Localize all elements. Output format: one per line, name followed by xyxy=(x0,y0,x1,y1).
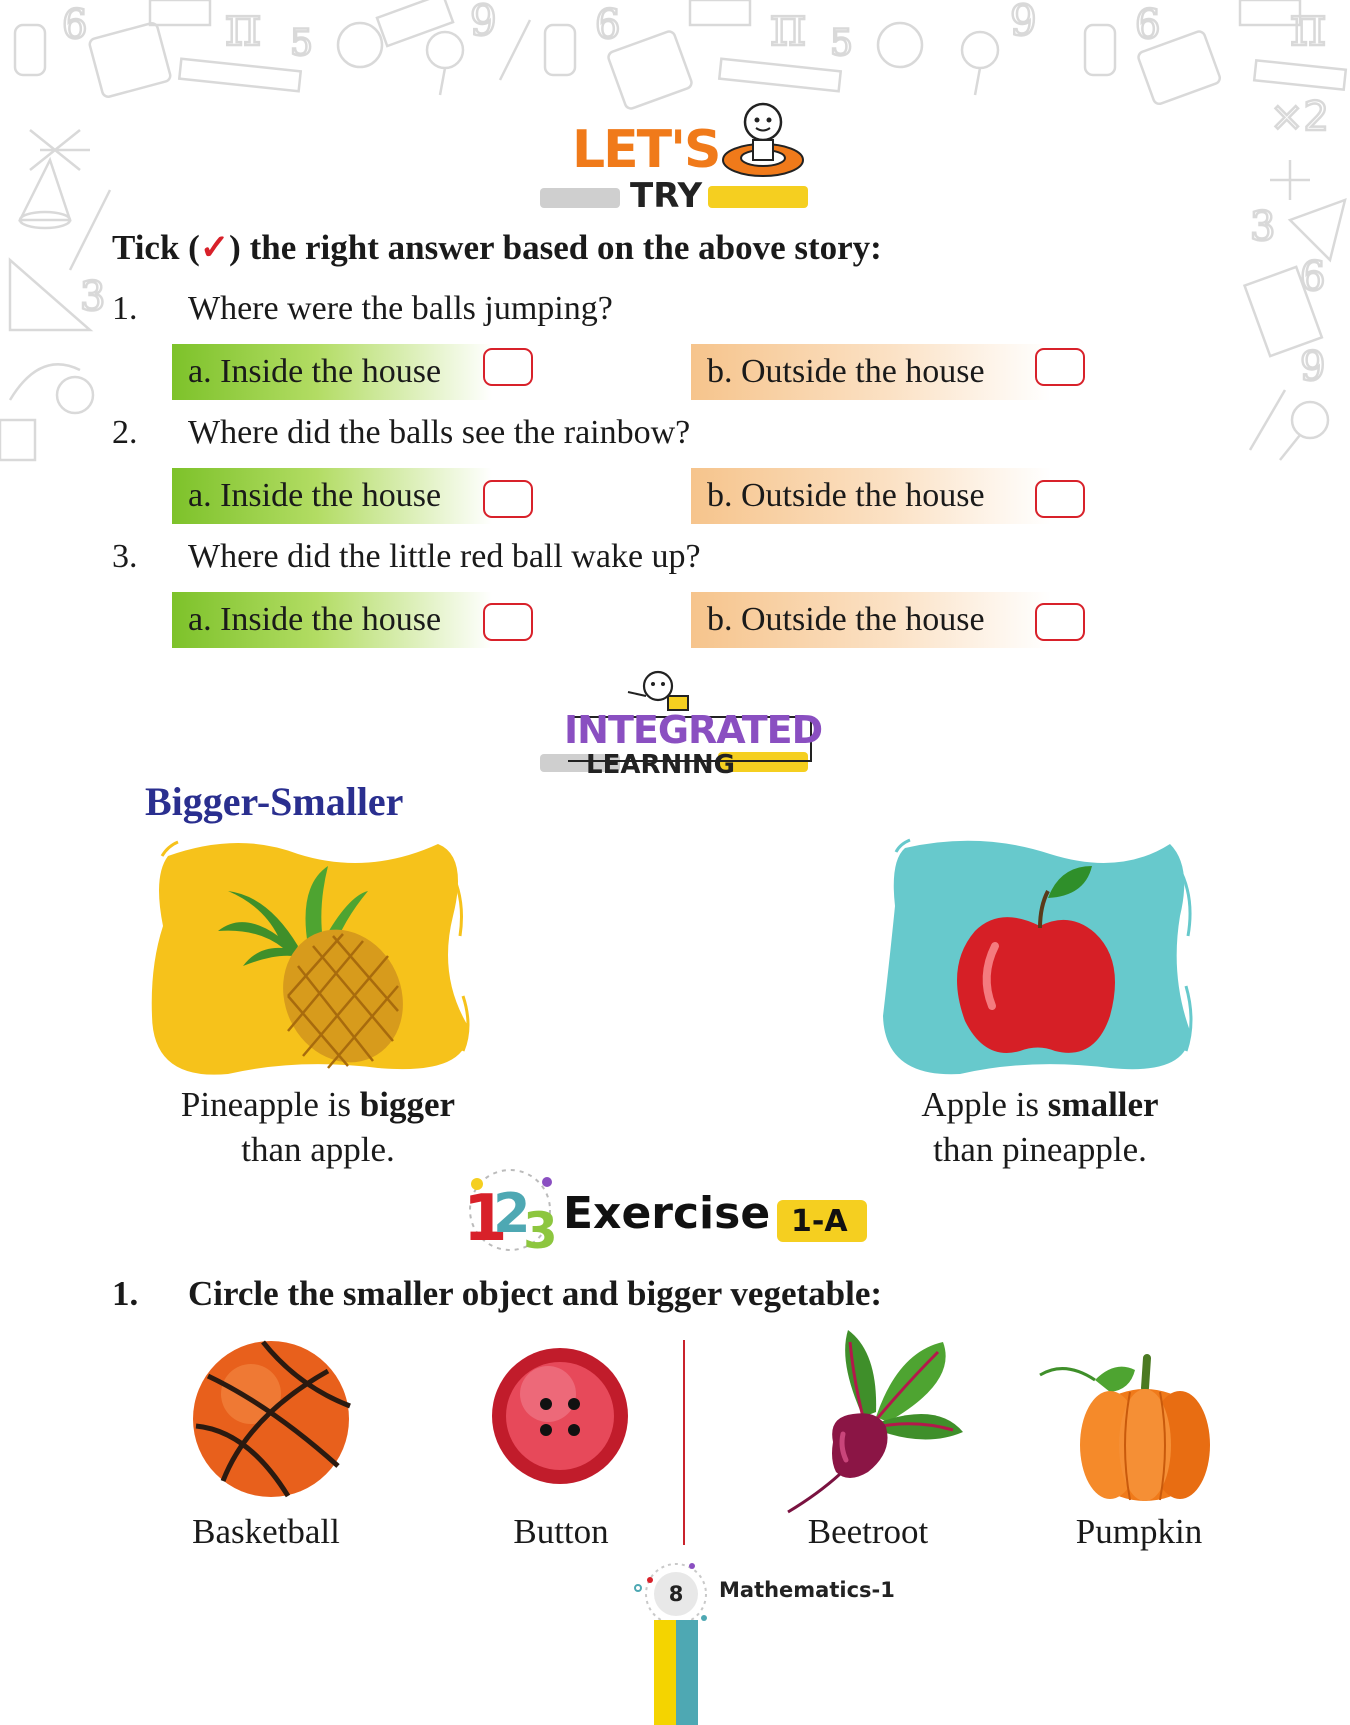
svg-text:9: 9 xyxy=(1010,0,1037,45)
lets-try-line2: TRY xyxy=(630,176,703,216)
pineapple-caption-bold: bigger xyxy=(359,1085,456,1124)
svg-text:3: 3 xyxy=(80,274,105,320)
doodle-left-column-icon: 3 xyxy=(0,129,112,462)
book-title: Mathematics-1 xyxy=(719,1578,895,1602)
exercise-label: Exercise xyxy=(563,1188,771,1239)
apple-caption-bold: smaller xyxy=(1047,1085,1159,1124)
question-1-option-b-checkbox[interactable] xyxy=(1035,348,1085,386)
numbers-123-icon: 1 2 3 xyxy=(463,1169,558,1258)
question-1-option-b: b. Outside the house xyxy=(691,344,1051,400)
beetroot-icon[interactable] xyxy=(768,1322,968,1518)
pineapple-caption: Pineapple is bigger than apple. xyxy=(148,1082,488,1172)
question-1-option-a-checkbox[interactable] xyxy=(483,348,533,386)
exercise-badge: 1-A xyxy=(791,1204,848,1239)
pineapple-caption-line2: than apple. xyxy=(241,1130,395,1169)
question-3-text: Where did the little red ball wake up? xyxy=(188,538,701,575)
mascot-swim-ring-icon xyxy=(722,102,804,177)
basketball-label: Basketball xyxy=(192,1512,340,1551)
exercise-instruction: Circle the smaller object and bigger veg… xyxy=(188,1274,883,1313)
instruction-suffix: ) the right answer based on the above st… xyxy=(229,228,882,267)
svg-text:9: 9 xyxy=(1300,344,1325,390)
exercise-header: 1 2 3 Exercise 1-A xyxy=(455,1162,875,1258)
lets-try-logo: LET'S TRY xyxy=(538,100,818,218)
brush-stroke-grey xyxy=(540,188,620,208)
question-2-number: 2. xyxy=(112,414,138,451)
instruction-prefix: Tick ( xyxy=(112,228,200,267)
svg-text:9: 9 xyxy=(470,0,497,45)
pineapple-card xyxy=(151,840,470,1075)
svg-text:3: 3 xyxy=(523,1202,558,1258)
question-2-text: Where did the balls see the rainbow? xyxy=(188,414,691,451)
brush-stroke-yellow xyxy=(708,186,808,208)
question-2-option-b-checkbox[interactable] xyxy=(1035,480,1085,518)
exercise-number: 1. xyxy=(112,1274,139,1313)
svg-text:π: π xyxy=(225,0,261,58)
question-3-number: 3. xyxy=(112,538,138,575)
question-3-option-b: b. Outside the house xyxy=(691,592,1051,648)
svg-text:6: 6 xyxy=(62,2,87,48)
question-1-number: 1. xyxy=(112,290,138,327)
basketball-icon[interactable] xyxy=(188,1336,354,1502)
svg-text:6: 6 xyxy=(1300,254,1325,300)
tick-icon: ✓ xyxy=(199,228,230,267)
apple-caption-line1: Apple is smaller xyxy=(870,1082,1210,1127)
question-1-text: Where were the balls jumping? xyxy=(188,290,613,327)
svg-text:π: π xyxy=(1290,0,1326,58)
question-3-option-a-checkbox[interactable] xyxy=(483,603,533,641)
svg-text:5: 5 xyxy=(290,23,313,64)
svg-text:×2: ×2 xyxy=(1270,94,1329,140)
footer-stripe-yellow xyxy=(654,1620,676,1725)
page-number: 8 xyxy=(654,1572,698,1616)
footer-stripe-teal xyxy=(676,1620,698,1725)
apple-caption: Apple is smaller than pineapple. xyxy=(870,1082,1210,1172)
vertical-divider xyxy=(683,1340,685,1545)
svg-text:3: 3 xyxy=(1250,204,1275,250)
pineapple-caption-pre: Pineapple is xyxy=(180,1085,360,1124)
apple-caption-pre: Apple is xyxy=(921,1085,1048,1124)
beetroot-label: Beetroot xyxy=(807,1512,929,1551)
pumpkin-label: Pumpkin xyxy=(1075,1512,1203,1551)
tick-instruction: Tick (✓) the right answer based on the a… xyxy=(112,228,882,268)
question-2-option-b: b. Outside the house xyxy=(691,468,1051,524)
question-3-option-b-checkbox[interactable] xyxy=(1035,603,1085,641)
apple-caption-line2: than pineapple. xyxy=(933,1130,1147,1169)
integrated-line2: LEARNING xyxy=(586,750,736,780)
comparison-title: Bigger-Smaller xyxy=(145,779,404,824)
svg-text:5: 5 xyxy=(830,23,853,64)
button-icon[interactable] xyxy=(490,1346,630,1486)
apple-card xyxy=(883,838,1193,1075)
lets-try-line1: LET'S xyxy=(572,120,721,180)
integrated-learning-logo: INTEGRATED LEARNING xyxy=(538,668,823,780)
doodle-right-column-icon: ×2 3 6 9 xyxy=(1242,93,1347,461)
question-1-option-a: a. Inside the house xyxy=(172,344,492,400)
button-label: Button xyxy=(513,1512,609,1551)
mascot-reading-icon xyxy=(627,670,689,711)
svg-text:6: 6 xyxy=(1135,2,1160,48)
svg-text:π: π xyxy=(770,0,806,58)
doodle-top-row-icon: 6 π 5 9 6 π 5 9 6 π xyxy=(13,0,1348,110)
question-2-option-a: a. Inside the house xyxy=(172,468,492,524)
pineapple-caption-line1: Pineapple is bigger xyxy=(148,1082,488,1127)
question-3-option-a: a. Inside the house xyxy=(172,592,492,648)
pumpkin-icon[interactable] xyxy=(1035,1350,1215,1506)
svg-text:6: 6 xyxy=(595,2,620,48)
question-2-option-a-checkbox[interactable] xyxy=(483,480,533,518)
